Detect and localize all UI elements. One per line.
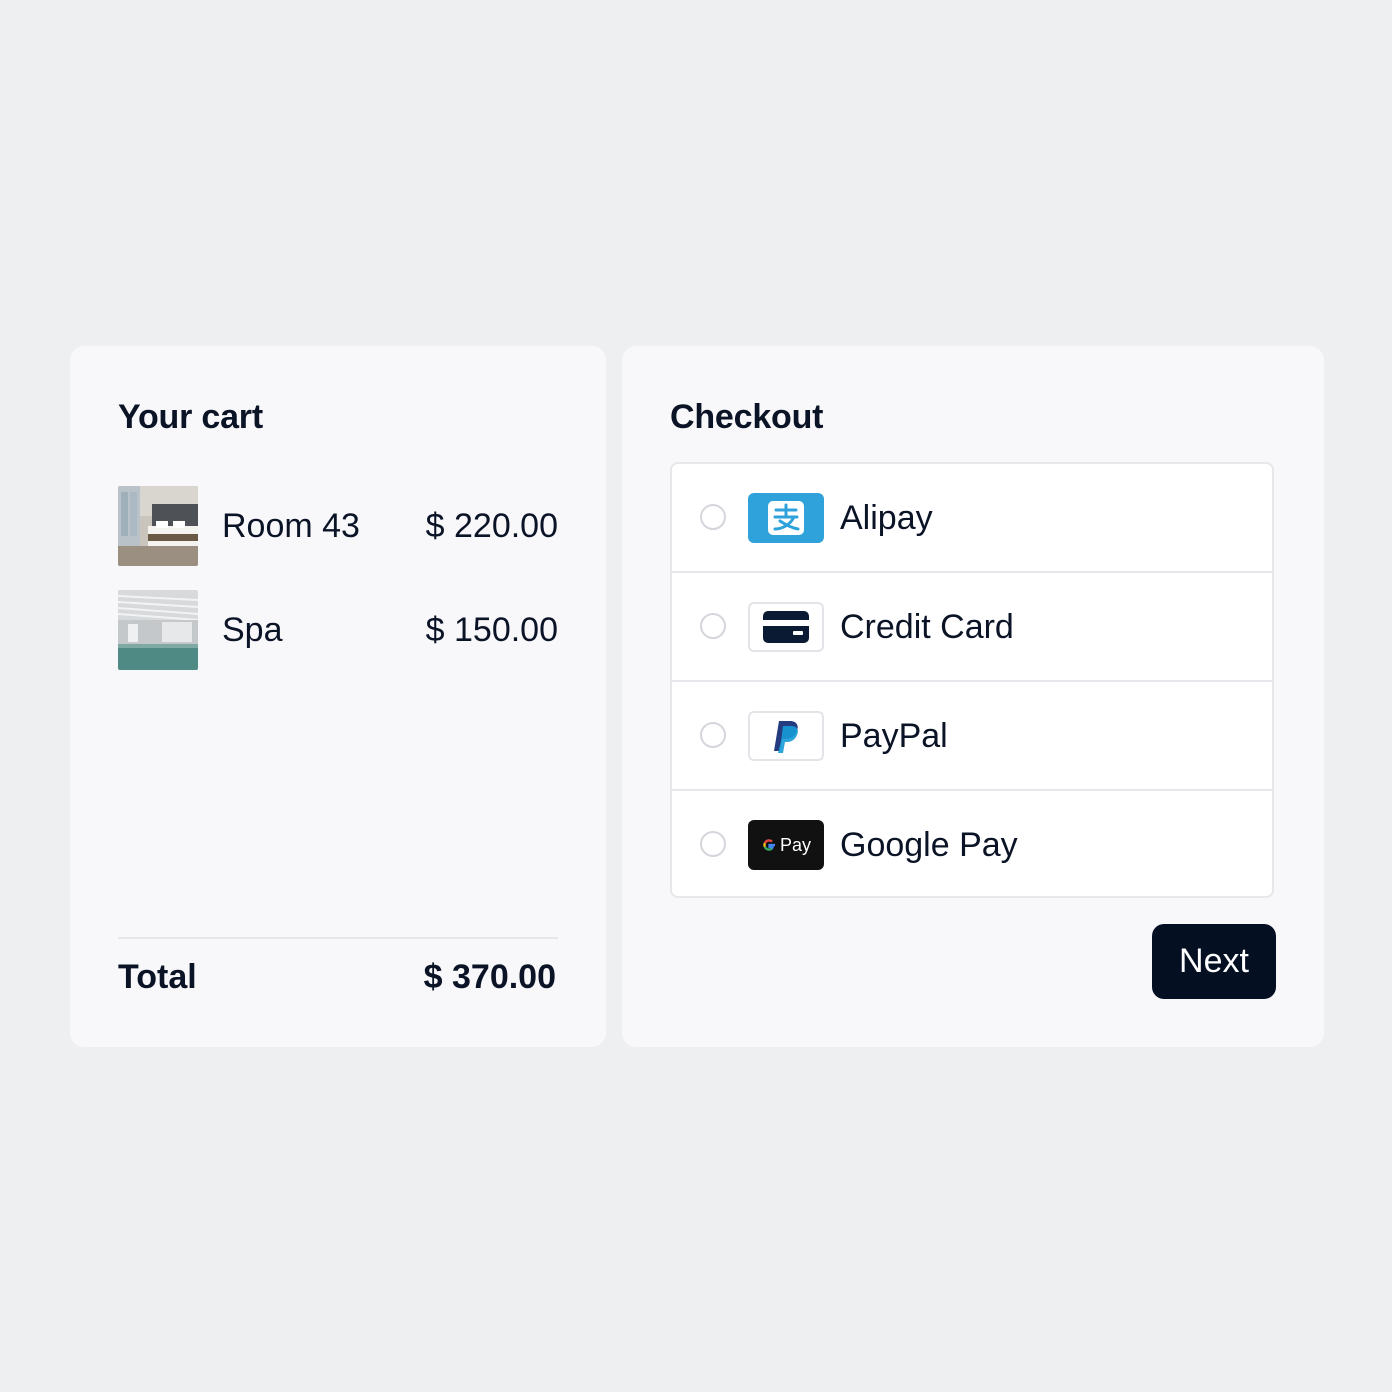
spa-thumbnail bbox=[118, 590, 198, 670]
alipay-radio[interactable] bbox=[700, 504, 726, 530]
checkout-title: Checkout bbox=[670, 398, 824, 436]
payment-method-list: Alipay Credit Card PayPal Pay Google Pay bbox=[670, 462, 1274, 898]
next-button[interactable]: Next bbox=[1152, 924, 1276, 999]
alipay-icon bbox=[748, 493, 824, 543]
payment-option-credit-card[interactable]: Credit Card bbox=[672, 573, 1272, 682]
cart-title: Your cart bbox=[118, 398, 263, 436]
cart-item-room: Room 43 $ 220.00 bbox=[118, 486, 558, 566]
cart-item-price: $ 220.00 bbox=[425, 507, 558, 545]
cart-item-name: Room 43 bbox=[222, 507, 360, 545]
payment-option-alipay[interactable]: Alipay bbox=[672, 464, 1272, 573]
google-pay-icon: Pay bbox=[748, 820, 824, 870]
cart-item-name: Spa bbox=[222, 611, 283, 649]
room-thumbnail bbox=[118, 486, 198, 566]
payment-option-google-pay[interactable]: Pay Google Pay bbox=[672, 791, 1272, 896]
total-label: Total bbox=[118, 958, 197, 996]
checkout-card: Checkout Alipay Credit Card PayPal Pay G… bbox=[622, 346, 1324, 1047]
credit-card-radio[interactable] bbox=[700, 613, 726, 639]
google-pay-label: Google Pay bbox=[840, 826, 1018, 864]
credit-card-icon bbox=[748, 602, 824, 652]
cart-item-spa: Spa $ 150.00 bbox=[118, 590, 558, 670]
google-pay-radio[interactable] bbox=[700, 831, 726, 857]
paypal-icon bbox=[748, 711, 824, 761]
alipay-label: Alipay bbox=[840, 499, 933, 537]
total-value: $ 370.00 bbox=[423, 958, 556, 996]
total-divider bbox=[118, 937, 558, 939]
payment-option-paypal[interactable]: PayPal bbox=[672, 682, 1272, 791]
cart-card: Your cart Room 43 $ 220.00 Spa $ 150.00 … bbox=[70, 346, 606, 1047]
paypal-radio[interactable] bbox=[700, 722, 726, 748]
google-pay-logo-text: Pay bbox=[779, 835, 812, 855]
paypal-label: PayPal bbox=[840, 717, 948, 755]
cart-item-price: $ 150.00 bbox=[425, 611, 558, 649]
credit-card-label: Credit Card bbox=[840, 608, 1014, 646]
